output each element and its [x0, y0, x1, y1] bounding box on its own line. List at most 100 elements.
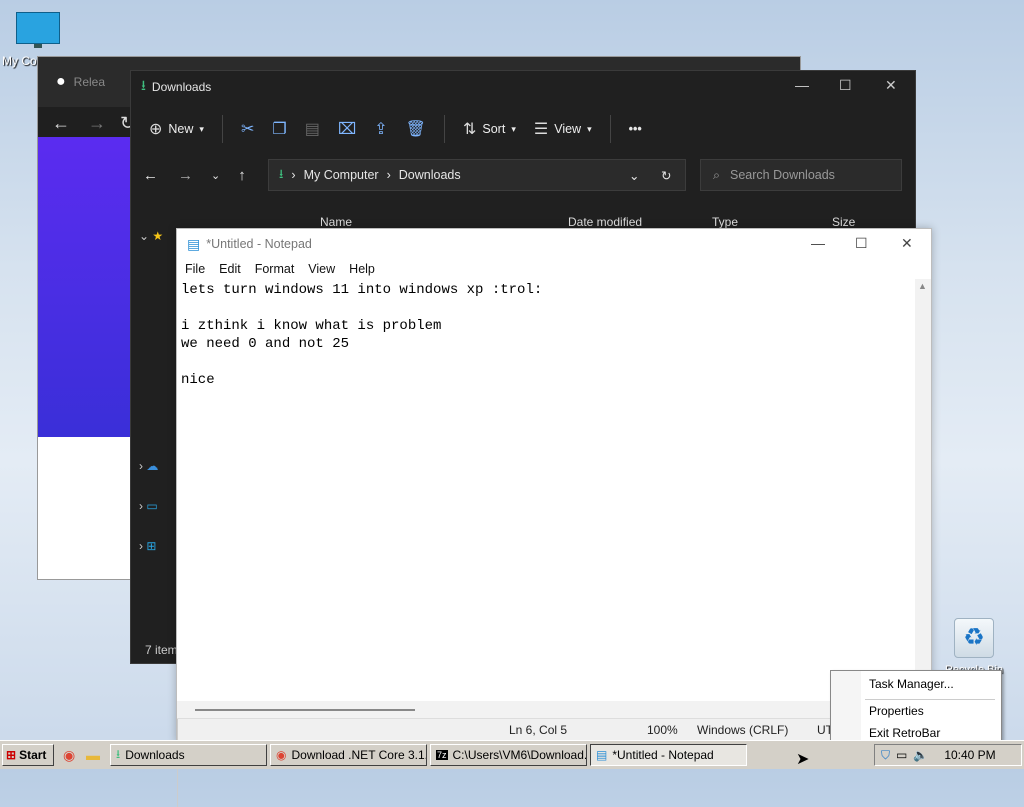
chevron-down-icon: ▾: [587, 123, 592, 134]
more-options-icon[interactable]: •••: [629, 122, 642, 136]
view-icon: ☰: [533, 121, 549, 138]
new-button[interactable]: ⊕ New ▾: [149, 119, 204, 139]
task-browser[interactable]: ◉ Download .NET Core 3.1...: [270, 744, 427, 766]
rename-icon[interactable]: ⌧: [338, 119, 356, 139]
7zip-icon: 7z: [436, 750, 448, 760]
maximize-icon[interactable]: ☐: [855, 235, 868, 252]
chevron-down-icon[interactable]: ⌄: [629, 168, 639, 183]
download-icon: ⭳: [116, 746, 121, 761]
taskbar: ⊞ Start ◉ ▬ ⭳ Downloads ◉ Download .NET …: [0, 740, 1024, 769]
share-icon[interactable]: ⇪: [374, 119, 387, 139]
search-icon: ⌕: [713, 167, 721, 182]
desktop-icon-recycle-bin[interactable]: ♻ Recycle Bin: [944, 618, 1004, 676]
sort-icon: ⇅: [462, 121, 477, 138]
chevron-right-icon: ›: [386, 168, 391, 182]
zoom-level: 100%: [647, 723, 678, 737]
monitor-icon: [16, 12, 60, 48]
menu-file[interactable]: File: [185, 262, 205, 276]
task-downloads[interactable]: ⭳ Downloads: [110, 744, 267, 766]
network-icon[interactable]: › ⊞: [139, 539, 156, 553]
clock[interactable]: 10:40 PM: [944, 748, 995, 762]
task-notepad[interactable]: ▤ *Untitled - Notepad: [590, 744, 747, 766]
page-banner: [38, 137, 138, 437]
explorer-title: Downloads: [151, 80, 212, 94]
shield-icon[interactable]: ⛉: [881, 748, 890, 763]
notepad-title: *Untitled - Notepad: [206, 237, 312, 251]
task-label: *Untitled - Notepad: [612, 748, 714, 762]
onedrive-icon[interactable]: › ☁: [139, 459, 158, 473]
maximize-icon[interactable]: ☐: [839, 77, 852, 94]
menu-item-properties[interactable]: Properties: [869, 704, 924, 718]
sort-button[interactable]: ⇅ Sort ▾: [463, 119, 516, 139]
copy-icon[interactable]: ❐: [272, 119, 286, 139]
task-label: C:\Users\VM6\Download...: [452, 748, 587, 762]
new-label: New: [168, 122, 194, 136]
up-icon[interactable]: ↑: [238, 167, 246, 184]
forward-icon[interactable]: →: [88, 113, 106, 134]
minimize-icon[interactable]: —: [811, 235, 825, 251]
notepad-menu-bar: File Edit Format View Help: [177, 259, 931, 279]
volume-icon[interactable]: 🔈: [913, 748, 928, 762]
recent-chevron-icon[interactable]: ⌄: [211, 169, 220, 182]
notepad-icon: ▤: [596, 748, 608, 762]
task-7zip[interactable]: 7z C:\Users\VM6\Download...: [430, 744, 587, 766]
plus-circle-icon: ⊕: [149, 121, 163, 138]
text-editor[interactable]: lets turn windows 11 into windows xp :tr…: [181, 281, 911, 701]
this-pc-icon[interactable]: › ▭: [139, 499, 158, 513]
chrome-icon[interactable]: ◉: [63, 747, 75, 764]
view-label: View: [554, 122, 582, 136]
chevron-right-icon: ›: [291, 168, 296, 182]
breadcrumb-my-computer[interactable]: My Computer: [304, 168, 379, 182]
back-icon[interactable]: ←: [143, 167, 158, 184]
cut-icon[interactable]: ✂: [241, 119, 254, 139]
delete-icon[interactable]: 🗑: [406, 119, 426, 139]
chevron-down-icon: ▾: [511, 123, 516, 134]
chrome-icon: ◉: [276, 748, 287, 762]
chevron-down-icon: ▾: [199, 123, 204, 134]
close-icon[interactable]: ✕: [885, 77, 897, 94]
close-icon[interactable]: ✕: [901, 235, 913, 252]
search-box[interactable]: ⌕ Search Downloads: [700, 159, 902, 191]
vertical-scrollbar[interactable]: ▲: [915, 279, 931, 699]
download-icon: ⭳: [141, 77, 146, 93]
column-date-modified[interactable]: Date modified: [568, 215, 642, 229]
scroll-up-icon[interactable]: ▲: [918, 281, 927, 291]
network-icon[interactable]: ▭: [896, 748, 907, 762]
paste-icon[interactable]: ▤: [305, 119, 320, 139]
back-icon[interactable]: ←: [52, 113, 70, 134]
notepad-title-bar: ▤ *Untitled - Notepad — ☐ ✕: [177, 229, 931, 259]
task-label: Downloads: [125, 748, 185, 762]
horizontal-scrollbar[interactable]: [177, 701, 915, 719]
view-button[interactable]: ☰ View ▾: [534, 119, 592, 139]
notepad-status-bar: Ln 6, Col 5 100% Windows (CRLF) UT: [177, 718, 931, 807]
menu-edit[interactable]: Edit: [219, 262, 241, 276]
task-label: Download .NET Core 3.1...: [291, 748, 427, 762]
column-size[interactable]: Size: [832, 215, 855, 229]
search-placeholder: Search Downloads: [730, 168, 835, 182]
folder-icon[interactable]: ▬: [86, 747, 100, 763]
quick-access-chevron-icon[interactable]: ⌄ ★: [139, 229, 163, 243]
start-button[interactable]: ⊞ Start: [2, 744, 54, 766]
cursor-position: Ln 6, Col 5: [509, 723, 568, 737]
column-name[interactable]: Name: [320, 215, 352, 229]
forward-icon[interactable]: →: [178, 167, 193, 184]
explorer-status: 7 item: [145, 643, 178, 657]
github-icon: ●: [56, 73, 66, 90]
address-bar[interactable]: ⭳ › My Computer › Downloads ⌄ ↻: [268, 159, 686, 191]
column-type[interactable]: Type: [712, 215, 738, 229]
refresh-icon[interactable]: ↻: [661, 168, 671, 183]
minimize-icon[interactable]: —: [795, 77, 809, 93]
breadcrumb-downloads[interactable]: Downloads: [399, 168, 461, 182]
menu-view[interactable]: View: [308, 262, 335, 276]
menu-format[interactable]: Format: [255, 262, 295, 276]
download-icon: ⭳: [279, 166, 284, 181]
star-icon: ★: [152, 229, 164, 243]
menu-item-task-manager[interactable]: Task Manager...: [869, 677, 954, 691]
menu-item-exit-retrobar[interactable]: Exit RetroBar: [869, 726, 940, 740]
line-ending: Windows (CRLF): [697, 723, 789, 737]
menu-help[interactable]: Help: [349, 262, 375, 276]
browser-tab-title[interactable]: Relea: [74, 75, 105, 89]
mouse-cursor-icon: ➤: [796, 751, 810, 768]
start-label: Start: [19, 748, 47, 762]
notepad-window[interactable]: ▤ *Untitled - Notepad — ☐ ✕ File Edit Fo…: [176, 228, 932, 807]
